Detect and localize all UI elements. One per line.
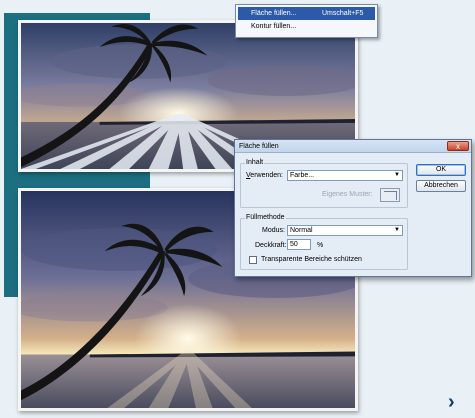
preserve-transparency-checkbox[interactable] bbox=[249, 256, 257, 264]
fill-method-group: Füllmethode Modus: Normal ▼ Deckkraft: 5… bbox=[240, 214, 408, 270]
dialog-title: Fläche füllen bbox=[239, 143, 279, 150]
opacity-unit: % bbox=[317, 242, 324, 249]
custom-pattern-label: Eigenes Muster: bbox=[322, 191, 373, 198]
ok-button-label: OK bbox=[435, 166, 447, 173]
opacity-value: 50 bbox=[290, 241, 298, 248]
use-label: Verwenden: bbox=[246, 172, 283, 179]
menu-item-stroke[interactable]: Kontur füllen... bbox=[238, 20, 375, 33]
menu-item-fill[interactable]: Fläche füllen... Umschalt+F5 bbox=[238, 7, 375, 20]
context-menu: Fläche füllen... Umschalt+F5 Kontur füll… bbox=[235, 4, 378, 38]
menu-item-stroke-label: Kontur füllen... bbox=[251, 23, 297, 30]
opacity-label: Deckkraft: bbox=[255, 242, 287, 249]
close-icon: x bbox=[456, 142, 460, 151]
fill-dialog: Fläche füllen x Inhalt Verwenden: Farbe.… bbox=[234, 139, 472, 277]
cancel-button-label: Abbrechen bbox=[424, 182, 458, 189]
preserve-transparency-label: Transparente Bereiche schützen bbox=[261, 256, 362, 263]
pattern-picker bbox=[380, 188, 400, 202]
mode-label: Modus: bbox=[262, 227, 285, 234]
dropdown-arrow-icon: ▼ bbox=[394, 172, 400, 178]
cancel-button[interactable]: Abbrechen bbox=[416, 180, 466, 192]
fill-method-group-title: Füllmethode bbox=[245, 214, 286, 221]
next-page-arrow-icon[interactable]: › bbox=[448, 392, 455, 412]
use-select[interactable]: Farbe... ▼ bbox=[287, 170, 403, 181]
use-select-value: Farbe... bbox=[290, 172, 315, 179]
mode-select-value: Normal bbox=[290, 227, 313, 234]
dialog-titlebar[interactable]: Fläche füllen x bbox=[235, 140, 471, 153]
use-label-text: erwenden: bbox=[250, 172, 283, 179]
mode-select[interactable]: Normal ▼ bbox=[287, 225, 403, 236]
menu-item-fill-label: Fläche füllen... bbox=[251, 10, 297, 17]
menu-item-fill-shortcut: Umschalt+F5 bbox=[322, 10, 364, 17]
opacity-input[interactable]: 50 bbox=[287, 239, 311, 250]
ok-button[interactable]: OK bbox=[416, 164, 466, 176]
content-group-title: Inhalt bbox=[245, 159, 265, 166]
dropdown-arrow-icon: ▼ bbox=[394, 227, 400, 233]
close-button[interactable]: x bbox=[447, 141, 469, 151]
content-group: Inhalt Verwenden: Farbe... ▼ Eigenes Mus… bbox=[240, 159, 408, 208]
